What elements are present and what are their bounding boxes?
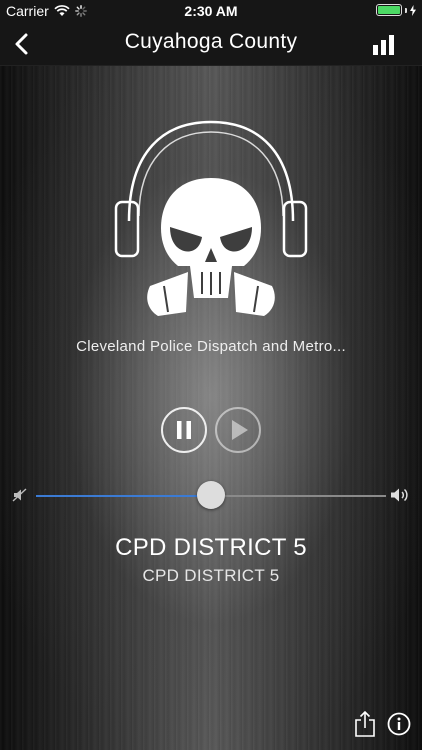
info-button[interactable]: [387, 712, 411, 736]
status-time: 2:30 AM: [184, 3, 238, 19]
nav-bar: Cuyahoga County: [0, 22, 422, 66]
volume-slider-thumb[interactable]: [197, 481, 225, 509]
volume-max-icon: [391, 488, 408, 502]
play-icon: [232, 420, 248, 440]
battery-level: [378, 6, 400, 14]
share-button[interactable]: [354, 710, 376, 738]
battery-icon: [376, 4, 402, 16]
share-icon: [355, 710, 375, 737]
station-name: Cleveland Police Dispatch and Metro...: [76, 338, 346, 355]
battery-cap: [405, 7, 407, 13]
page-title: Cuyahoga County: [124, 30, 298, 53]
stats-button[interactable]: [372, 34, 396, 56]
pause-button[interactable]: [161, 407, 207, 453]
play-button[interactable]: [215, 407, 261, 453]
track-subtitle: CPD DISTRICT 5: [142, 566, 280, 585]
info-icon: [387, 712, 411, 736]
player-view: Cleveland Police Dispatch and Metro... C…: [0, 66, 422, 750]
volume-mute-icon: [12, 488, 27, 502]
status-bar: Carrier 2:30 AM: [0, 0, 422, 22]
bar-chart-icon: [373, 35, 394, 55]
pause-icon: [177, 421, 191, 439]
status-right: [376, 4, 416, 16]
charging-icon: [410, 4, 416, 16]
track-title: CPD DISTRICT 5: [115, 534, 307, 561]
volume-fill: [36, 495, 211, 497]
skull-headphones-logo: [114, 120, 308, 316]
